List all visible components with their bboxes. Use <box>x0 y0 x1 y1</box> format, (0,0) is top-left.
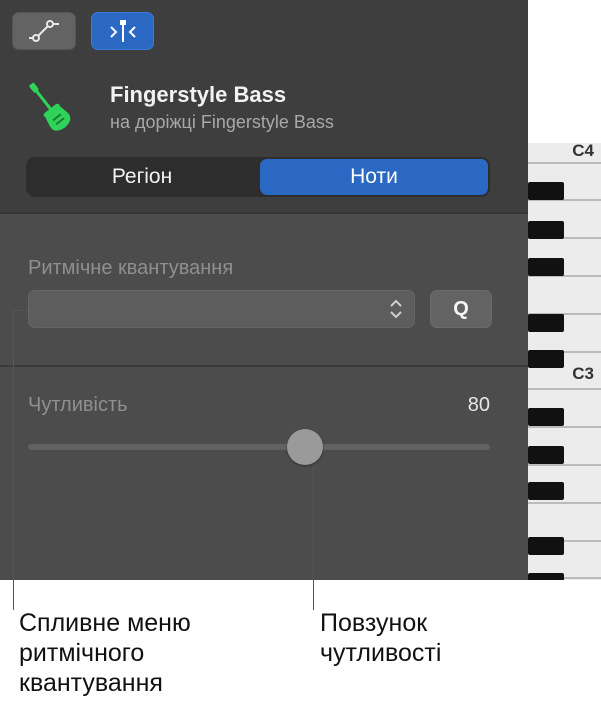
automation-button[interactable] <box>12 12 76 50</box>
region-notes-segmented-control: Регіон Ноти <box>26 157 490 197</box>
track-name: Fingerstyle Bass <box>110 82 287 107</box>
section-divider <box>0 365 528 367</box>
callout-sensitivity-line1: Повзунок <box>320 609 428 637</box>
automation-curve-icon <box>29 20 59 42</box>
callout-quantize-line1: Спливне меню <box>19 609 191 637</box>
chevron-up-down-icon <box>390 299 402 319</box>
sensitivity-slider-track[interactable] <box>28 444 490 450</box>
sensitivity-slider-thumb[interactable] <box>287 429 323 465</box>
track-subtitle: на доріжці Fingerstyle Bass <box>110 112 334 132</box>
bass-guitar-icon <box>29 82 71 131</box>
flex-pitch-icon <box>109 20 136 42</box>
tab-notes[interactable]: Ноти <box>260 159 488 195</box>
quantize-q-button[interactable]: Q <box>430 290 492 328</box>
flex-pitch-button[interactable] <box>91 12 154 50</box>
callout-sensitivity-line2: чутливості <box>320 639 442 667</box>
callout-quantize: Спливне меню ритмічного квантування <box>19 608 191 698</box>
callout-line-quantize-horizontal <box>13 310 28 311</box>
tab-region[interactable]: Регіон <box>26 157 258 197</box>
time-quantize-label: Ритмічне квантування <box>28 257 234 279</box>
key-label-c4: C4 <box>572 143 594 160</box>
header-divider <box>0 212 528 214</box>
piano-keyboard[interactable]: C4 C3 <box>528 143 601 580</box>
sensitivity-value: 80 <box>467 394 490 416</box>
callout-sensitivity: Повзунок чутливості <box>320 608 441 668</box>
callout-line-sensitivity <box>313 466 314 610</box>
time-quantize-popup[interactable] <box>28 290 415 328</box>
sensitivity-label: Чутливість <box>28 394 128 416</box>
callout-quantize-line3: квантування <box>19 669 163 697</box>
keyboard-top-area <box>528 0 601 143</box>
piano-keys <box>528 143 601 580</box>
callout-quantize-line2: ритмічного <box>19 639 145 667</box>
key-label-c3: C3 <box>572 364 594 383</box>
callout-line-quantize-vertical <box>13 310 14 610</box>
